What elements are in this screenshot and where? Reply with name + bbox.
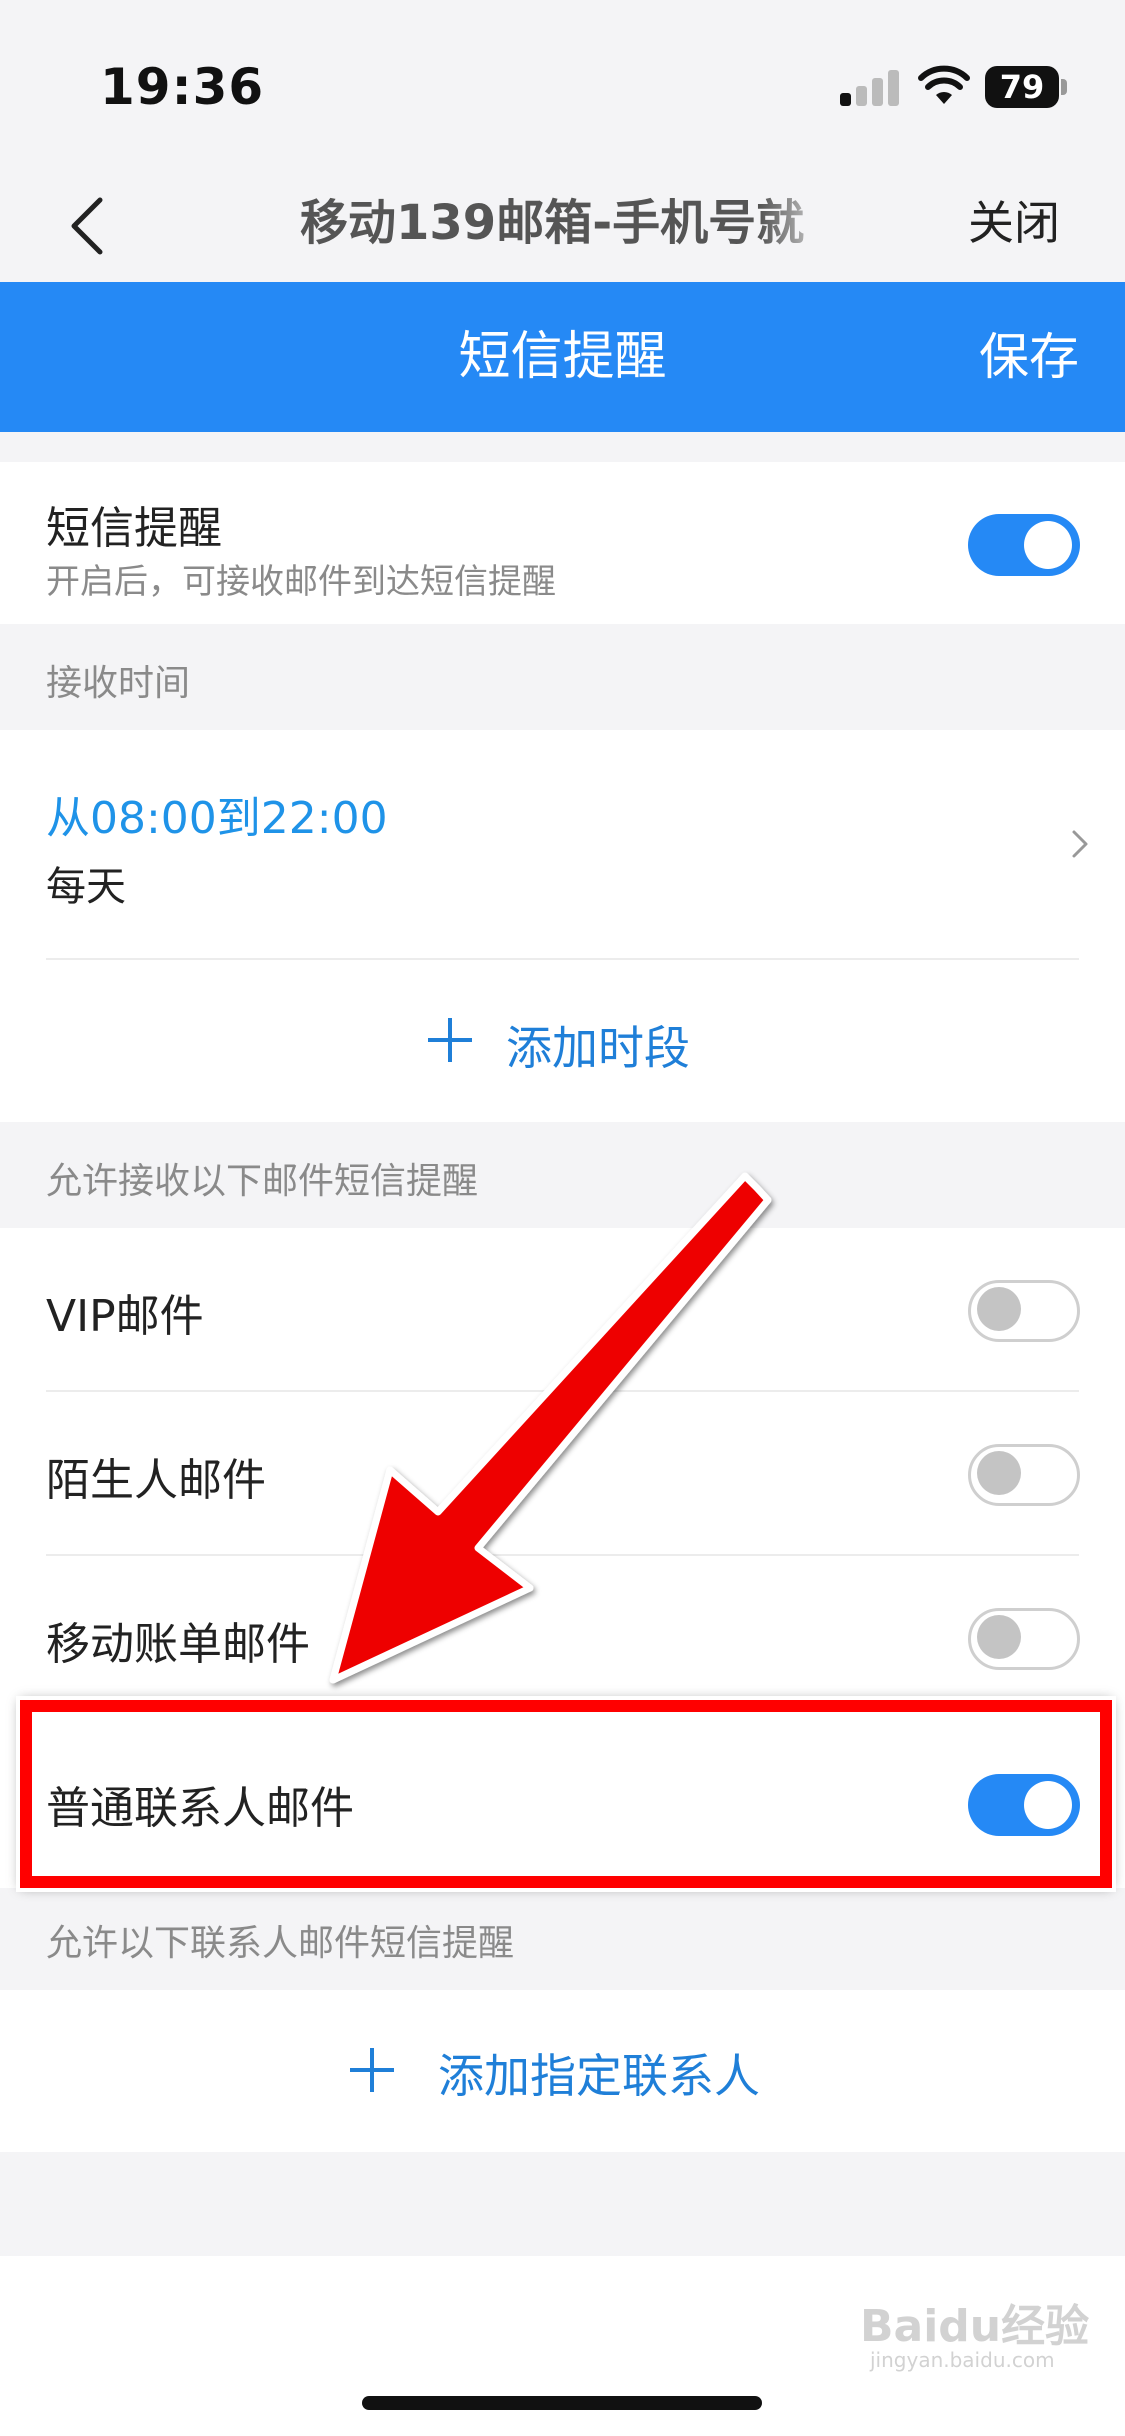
battery-level: 79 — [985, 66, 1059, 108]
sms-reminder-toggle[interactable] — [968, 514, 1080, 576]
back-arrow-icon[interactable] — [58, 190, 118, 262]
receive-time-section-label: 接收时间 — [46, 663, 191, 704]
add-contact-button[interactable]: 添加指定联系人 — [438, 2040, 760, 2106]
mobile-bill-mail-toggle[interactable] — [968, 1608, 1080, 1670]
divider — [46, 958, 1079, 960]
save-button[interactable]: 保存 — [979, 282, 1079, 432]
stranger-mail-label: 陌生人邮件 — [46, 1455, 266, 1506]
sms-settings-header: 短信提醒 保存 — [0, 282, 1125, 432]
contacts-section: 添加指定联系人 — [0, 1990, 1125, 2152]
battery-icon: 79 — [985, 66, 1067, 108]
home-indicator[interactable] — [362, 2396, 762, 2410]
vip-mail-label: VIP邮件 — [46, 1291, 204, 1342]
sms-reminder-title: 短信提醒 — [46, 503, 222, 554]
sms-reminder-row: 短信提醒 开启后，可接收邮件到达短信提醒 — [0, 462, 1125, 624]
vip-mail-toggle[interactable] — [968, 1280, 1080, 1342]
stranger-mail-toggle[interactable] — [968, 1444, 1080, 1506]
divider — [46, 1554, 1079, 1556]
plus-icon[interactable] — [426, 1016, 474, 1064]
navigation-bar: 移动139邮箱-手机号就 关闭 — [0, 170, 1125, 282]
time-range-text[interactable]: 从08:00到22:00 — [46, 782, 388, 846]
divider — [46, 1390, 1079, 1392]
page-title: 移动139邮箱-手机号就 — [300, 195, 805, 251]
status-time: 19:36 — [100, 58, 265, 116]
title-fade — [760, 188, 840, 258]
mobile-bill-mail-label: 移动账单邮件 — [46, 1619, 310, 1670]
watermark-url: jingyan.baidu.com — [870, 2348, 1055, 2372]
baidu-watermark: Baidu经验 — [860, 2301, 1090, 2352]
contacts-section-label: 允许以下联系人邮件短信提醒 — [46, 1923, 515, 1964]
close-button[interactable]: 关闭 — [968, 188, 1060, 258]
chevron-right-icon[interactable] — [1068, 826, 1092, 862]
plus-icon[interactable] — [348, 2046, 396, 2094]
cellular-signal-icon — [840, 66, 900, 106]
header-title: 短信提醒 — [458, 327, 667, 387]
add-time-slot-button[interactable]: 添加时段 — [506, 1012, 690, 1078]
mail-types-section-label: 允许接收以下邮件短信提醒 — [46, 1161, 479, 1202]
wifi-icon — [918, 65, 970, 104]
status-bar: 19:36 79 — [0, 0, 1125, 170]
receive-time-section: 从08:00到22:00 每天 添加时段 — [0, 730, 1125, 1122]
annotation-highlight-box — [20, 1700, 1112, 1888]
sms-reminder-subtitle: 开启后，可接收邮件到达短信提醒 — [46, 562, 556, 602]
time-repeat-text: 每天 — [46, 864, 126, 910]
